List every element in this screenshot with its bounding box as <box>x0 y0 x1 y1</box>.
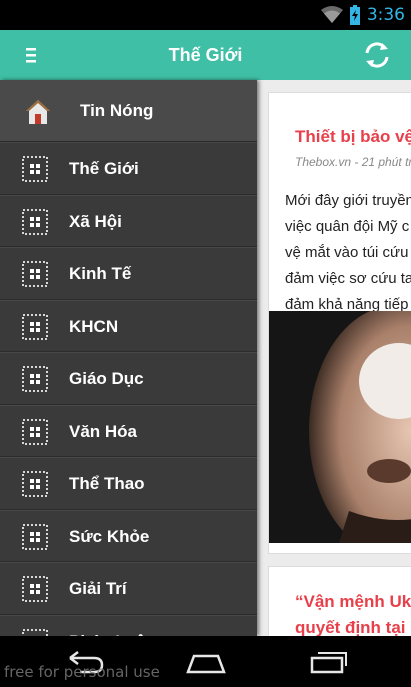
battery-charging-icon <box>349 5 360 25</box>
grid-icon <box>22 261 48 287</box>
refresh-icon <box>365 42 389 68</box>
grid-icon <box>22 156 48 182</box>
article-photo[interactable] <box>269 311 411 543</box>
drawer-item[interactable]: Xã Hội <box>0 194 257 247</box>
drawer-item[interactable]: Văn Hóa <box>0 404 257 457</box>
drawer-item-label: KHCN <box>69 316 119 336</box>
drawer-item-label: Giải Trí <box>69 579 127 598</box>
grid-icon <box>22 628 48 636</box>
drawer-item-label: Pháp Luật <box>69 616 151 637</box>
excerpt-line: việc quân đội Mỹ c <box>285 218 410 235</box>
refresh-button[interactable] <box>361 39 393 71</box>
drawer-item[interactable]: Giáo Dục <box>0 352 257 405</box>
status-icons: 3:36 <box>320 4 405 26</box>
drawer-item[interactable]: Thế Giới <box>0 142 257 195</box>
title-line: “Vận mệnh Ukr <box>295 592 411 611</box>
grid-icon <box>22 471 48 497</box>
drawer-item-label: Thế Giới <box>69 159 139 178</box>
drawer-item-label: Tin Nóng <box>80 101 154 120</box>
action-bar: Thế Giới <box>0 30 411 80</box>
drawer-item[interactable]: Pháp Luật <box>0 614 257 637</box>
home-icon <box>26 100 50 124</box>
drawer-item-label: Kinh Tế <box>69 264 132 283</box>
article-excerpt: Mới đây giới truyền việc quân đội Mỹ c v… <box>285 188 411 318</box>
article-card[interactable]: Thiết bị bảo vệ Thebox.vn - 21 phút trướ… <box>268 92 411 554</box>
drawer-item[interactable]: Giải Trí <box>0 562 257 615</box>
drawer-item-label: Thể Thao <box>69 474 145 493</box>
app-screen: 3:36 Thế Giới Thiết bị bảo vệ Thebox.vn … <box>0 0 411 687</box>
page-title: Thế Giới <box>168 45 243 65</box>
wifi-icon <box>320 6 343 23</box>
grid-icon <box>22 418 48 445</box>
excerpt-line: vệ mắt vào túi cứu <box>285 244 409 261</box>
grid-icon <box>22 313 48 340</box>
menu-button[interactable] <box>18 42 44 68</box>
watermark-text: free for personal use <box>4 663 160 681</box>
status-bar: 3:36 <box>0 0 411 30</box>
grid-icon <box>22 366 48 392</box>
drawer-item-label: Văn Hóa <box>69 421 138 441</box>
article-title[interactable]: Thiết bị bảo vệ <box>295 127 411 147</box>
excerpt-line: Mới đây giới truyền <box>285 192 411 209</box>
drawer-item-label: Giáo Dục <box>69 369 144 388</box>
home-button[interactable] <box>182 646 230 676</box>
excerpt-line: đảm việc sơ cứu ta <box>285 270 411 287</box>
recent-apps-icon <box>310 652 347 674</box>
drawer-item-label: Xã Hội <box>69 211 122 231</box>
menu-icon <box>26 48 36 63</box>
drawer-item-hot-news[interactable]: Tin Nóng <box>0 80 257 142</box>
recent-apps-button[interactable] <box>304 646 352 676</box>
drawer-item[interactable]: Sức Khỏe <box>0 509 257 562</box>
grid-icon <box>22 523 48 550</box>
drawer-item[interactable]: Thể Thao <box>0 457 257 510</box>
clock: 3:36 <box>366 5 405 25</box>
article-title[interactable]: “Vận mệnh Ukr quyết định tại I <box>295 589 411 641</box>
grid-icon <box>22 208 48 235</box>
drawer-item-label: Sức Khỏe <box>69 526 150 546</box>
home-button-icon <box>186 654 226 674</box>
article-meta: Thebox.vn - 21 phút trước <box>295 155 411 169</box>
grid-icon <box>22 576 48 602</box>
drawer-item[interactable]: Kinh Tế <box>0 247 257 300</box>
navigation-drawer: Tin Nóng Thế Giới Xã Hội Kinh Tế KHCN Gi… <box>0 80 257 636</box>
drawer-item[interactable]: KHCN <box>0 299 257 352</box>
